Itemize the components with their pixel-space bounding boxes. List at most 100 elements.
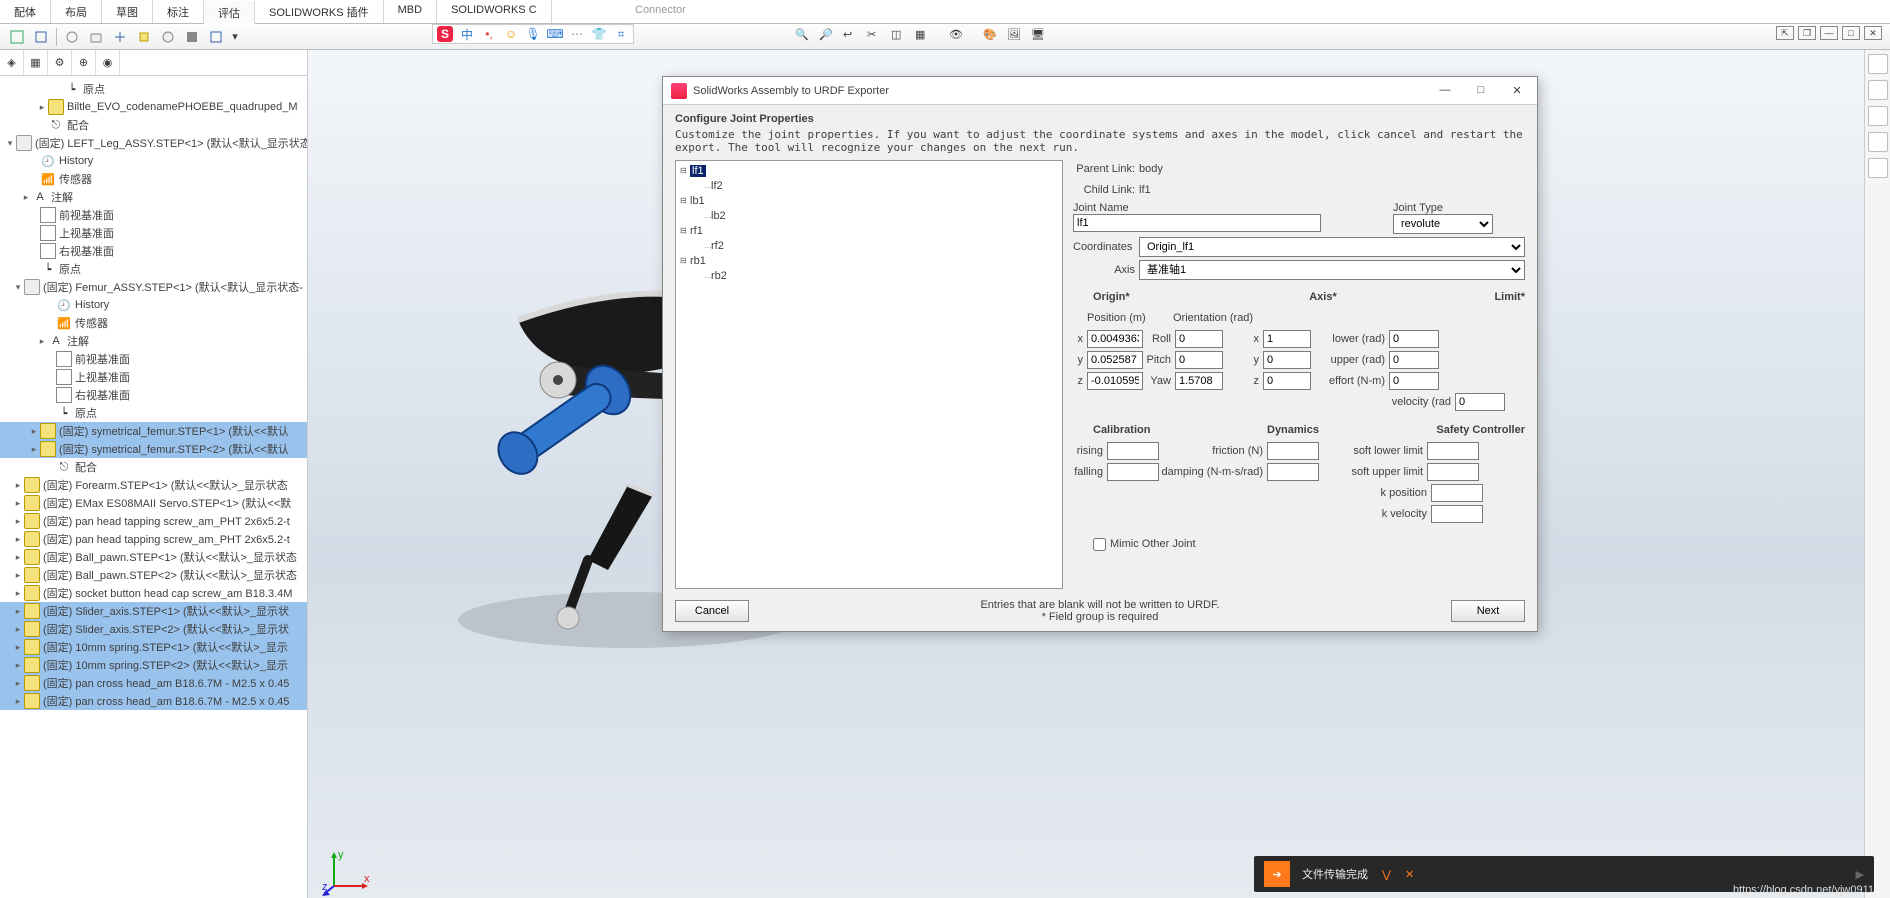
ribbon-tab[interactable]: 布局 <box>51 0 102 23</box>
tree-node[interactable]: ▾(固定) Femur_ASSY.STEP<1> (默认<默认_显示状态- <box>0 278 307 296</box>
zoom-area-icon[interactable]: 🔎 <box>819 28 839 48</box>
ribbon-tab[interactable]: SOLIDWORKS C <box>437 0 552 23</box>
taskpane-tab[interactable] <box>1868 54 1888 74</box>
ribbon-tab[interactable]: 评估 <box>204 1 255 24</box>
joint-tree-node[interactable]: …lb2 <box>680 208 1058 223</box>
rising-input[interactable] <box>1107 442 1159 460</box>
soft-upper-input[interactable] <box>1427 463 1479 481</box>
joint-tree-node[interactable]: …rb2 <box>680 268 1058 283</box>
axis-select[interactable]: 基准轴1 <box>1139 260 1525 280</box>
tree-node[interactable]: 上视基准面 <box>0 224 307 242</box>
tree-node[interactable]: ┕原点 <box>0 260 307 278</box>
ime-keyboard-icon[interactable]: ⌨ <box>547 26 563 42</box>
ribbon-tab[interactable]: SOLIDWORKS 插件 <box>255 0 384 23</box>
friction-input[interactable] <box>1267 442 1319 460</box>
roll-input[interactable] <box>1175 330 1223 348</box>
tree-node[interactable]: ▸(固定) symetrical_femur.STEP<1> (默认<<默认 <box>0 422 307 440</box>
tree-node[interactable]: 上视基准面 <box>0 368 307 386</box>
mdi-maximize-button[interactable]: □ <box>1842 26 1860 40</box>
tree-node[interactable]: ▸(固定) EMax ES08MAII Servo.STEP<1> (默认<<默 <box>0 494 307 512</box>
tree-node[interactable]: 右视基准面 <box>0 386 307 404</box>
ime-more-icon[interactable]: ⋯ <box>569 26 585 42</box>
tree-tab[interactable]: ⚙ <box>48 50 72 75</box>
tree-node[interactable]: ▸(固定) socket button head cap screw_am B1… <box>0 584 307 602</box>
pos-y-input[interactable] <box>1087 351 1143 369</box>
view-orient-icon[interactable]: ◫ <box>891 28 911 48</box>
mdi-close-button[interactable]: ✕ <box>1864 26 1882 40</box>
tree-node[interactable]: 🕘History <box>0 152 307 170</box>
tree-tab[interactable]: ⊕ <box>72 50 96 75</box>
toast-expand-button[interactable]: ⋁ <box>1382 868 1391 881</box>
tree-node[interactable]: ▸(固定) Ball_pawn.STEP<1> (默认<<默认>_显示状态 <box>0 548 307 566</box>
tree-node[interactable]: ▸A注解 <box>0 188 307 206</box>
ime-voice-icon[interactable]: 🎙 <box>525 26 541 42</box>
velocity-input[interactable] <box>1455 393 1505 411</box>
pos-z-input[interactable] <box>1087 372 1143 390</box>
coordinates-select[interactable]: Origin_lf1 <box>1139 237 1525 257</box>
ime-punct-icon[interactable]: •, <box>481 26 497 42</box>
ribbon-tab[interactable]: 标注 <box>153 0 204 23</box>
joint-tree-node[interactable]: …lf2 <box>680 178 1058 193</box>
mdi-span-icon[interactable]: ⇱ <box>1776 26 1794 40</box>
joint-tree-node[interactable]: ⊟lb1 <box>680 193 1058 208</box>
lower-input[interactable] <box>1389 330 1439 348</box>
taskpane-tab[interactable] <box>1868 132 1888 152</box>
tree-node[interactable]: ▸(固定) symetrical_femur.STEP<2> (默认<<默认 <box>0 440 307 458</box>
kvelocity-input[interactable] <box>1431 505 1483 523</box>
qat-button[interactable] <box>157 26 179 48</box>
tree-node[interactable]: 右视基准面 <box>0 242 307 260</box>
tree-tab[interactable]: ◈ <box>0 50 24 75</box>
tree-node[interactable]: ▸(固定) Ball_pawn.STEP<2> (默认<<默认>_显示状态 <box>0 566 307 584</box>
taskpane-tab[interactable] <box>1868 106 1888 126</box>
dialog-close-button[interactable]: ✕ <box>1505 84 1529 97</box>
damping-input[interactable] <box>1267 463 1319 481</box>
dialog-minimize-button[interactable]: — <box>1433 84 1457 97</box>
dialog-titlebar[interactable]: SolidWorks Assembly to URDF Exporter — □… <box>663 77 1537 105</box>
qat-button[interactable] <box>61 26 83 48</box>
prev-view-icon[interactable]: ↩ <box>843 28 863 48</box>
taskpane-tab[interactable] <box>1868 158 1888 178</box>
next-button[interactable]: Next <box>1451 600 1525 622</box>
pitch-input[interactable] <box>1175 351 1223 369</box>
joint-tree-node[interactable]: …rf2 <box>680 238 1058 253</box>
joint-tree-node[interactable]: ⊟rb1 <box>680 253 1058 268</box>
qat-button[interactable] <box>85 26 107 48</box>
toast-close-button[interactable]: ✕ <box>1405 868 1414 881</box>
dialog-maximize-button[interactable]: □ <box>1469 84 1493 97</box>
qat-dropdown[interactable]: ▾ <box>229 26 241 48</box>
joint-tree[interactable]: ⊟lf1…lf2⊟lb1…lb2⊟rf1…rf2⊟rb1…rb2 <box>675 160 1063 589</box>
scene-icon[interactable]: 🖼 <box>1007 28 1027 48</box>
qat-button[interactable] <box>6 26 28 48</box>
qat-button[interactable] <box>109 26 131 48</box>
ime-emoji-icon[interactable]: ☺ <box>503 26 519 42</box>
hide-show-icon[interactable]: 👁 <box>949 28 969 48</box>
tree-node[interactable]: 📶传感器 <box>0 170 307 188</box>
tree-node[interactable]: ▾(固定) LEFT_Leg_ASSY.STEP<1> (默认<默认_显示状态-… <box>0 134 307 152</box>
tree-node[interactable]: 前视基准面 <box>0 206 307 224</box>
tree-node[interactable]: ⎋配合 <box>0 116 307 134</box>
tree-node[interactable]: 🕘History <box>0 296 307 314</box>
ribbon-tab[interactable]: MBD <box>384 0 437 23</box>
joint-tree-node[interactable]: ⊟lf1 <box>680 163 1058 178</box>
soft-lower-input[interactable] <box>1427 442 1479 460</box>
axis-y-input[interactable] <box>1263 351 1311 369</box>
tree-node[interactable]: ⎋配合 <box>0 458 307 476</box>
ime-grid-icon[interactable]: ⌗ <box>613 26 629 42</box>
qat-button[interactable] <box>133 26 155 48</box>
kposition-input[interactable] <box>1431 484 1483 502</box>
tree-node[interactable]: ▸A注解 <box>0 332 307 350</box>
appearance-icon[interactable]: 🎨 <box>983 28 1003 48</box>
joint-type-select[interactable]: revolute <box>1393 214 1493 234</box>
tree-node[interactable]: ▸(固定) 10mm spring.STEP<1> (默认<<默认>_显示 <box>0 638 307 656</box>
view-triad[interactable]: y x z <box>322 848 372 898</box>
tree-node[interactable]: ▸(固定) Slider_axis.STEP<1> (默认<<默认>_显示状 <box>0 602 307 620</box>
tree-tab[interactable]: ▦ <box>24 50 48 75</box>
joint-name-input[interactable] <box>1073 214 1321 232</box>
joint-tree-node[interactable]: ⊟rf1 <box>680 223 1058 238</box>
cancel-button[interactable]: Cancel <box>675 600 749 622</box>
qat-button[interactable] <box>205 26 227 48</box>
tree-node[interactable]: ▸(固定) pan head tapping screw_am_PHT 2x6x… <box>0 530 307 548</box>
section-view-icon[interactable]: ✂ <box>867 28 887 48</box>
mdi-restore-icon[interactable]: ❐ <box>1798 26 1816 40</box>
axis-z-input[interactable] <box>1263 372 1311 390</box>
